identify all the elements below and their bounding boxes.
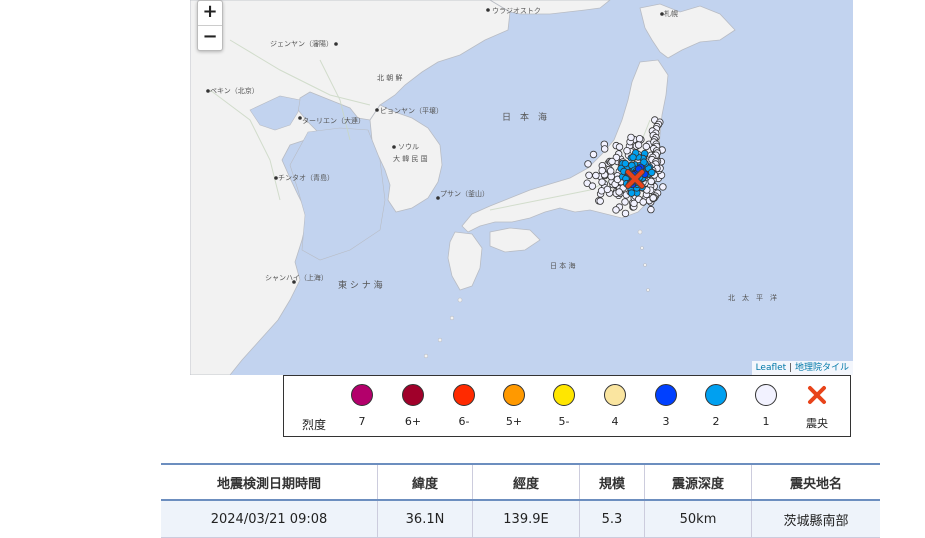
map-label: 東 シ ナ 海	[338, 279, 383, 291]
station-marker	[627, 133, 635, 142]
zoom-control: + −	[197, 0, 223, 51]
column-header-depth: 震源深度	[644, 463, 752, 501]
map-label: ペキン（北京）	[210, 86, 259, 95]
column-header-location: 震央地名	[751, 463, 880, 501]
map-label: 北 太 平 洋	[728, 293, 777, 302]
station-marker	[607, 167, 615, 175]
attribution-separator: |	[786, 363, 795, 373]
station-marker	[598, 166, 606, 175]
zoom-out-button[interactable]: −	[198, 25, 222, 50]
map-label: 札幌	[664, 9, 678, 18]
legend-item: 3	[646, 384, 686, 428]
column-header-datetime: 地震検測日期時間	[161, 463, 378, 501]
station-marker	[659, 183, 667, 191]
legend-item-label: 7	[358, 415, 366, 428]
station-marker	[635, 134, 644, 143]
map-label: ウラジオストク	[492, 7, 541, 15]
station-marker	[584, 160, 592, 168]
intensity-dot-icon	[503, 384, 525, 406]
intensity-dot-icon	[604, 384, 626, 406]
map-label: 日 本 海	[502, 111, 547, 123]
legend-item-label: 2	[712, 415, 720, 428]
legend-item-label: 震央	[806, 417, 828, 430]
legend-item-label: 5-	[558, 415, 570, 428]
map-label: シャンハイ（上海）	[265, 273, 328, 282]
legend-item: 5-	[544, 384, 584, 428]
station-marker	[612, 206, 620, 214]
legend-item: 1	[746, 384, 786, 428]
legend-item: 6+	[393, 384, 433, 428]
station-marker	[642, 142, 650, 151]
intensity-dot-icon	[553, 384, 575, 406]
legend-item: 6-	[444, 384, 484, 428]
legend-item: 4	[595, 384, 635, 428]
map-label: 北 朝 鮮	[377, 73, 402, 82]
map-label: 日 本 海	[550, 261, 575, 270]
map-label: ピョンヤン（平壌）	[380, 106, 443, 115]
station-marker	[627, 189, 636, 197]
station-marker	[639, 198, 647, 206]
station-marker	[621, 198, 629, 206]
station-marker	[621, 159, 629, 168]
legend-item-label: 4	[611, 415, 619, 428]
station-marker	[585, 171, 593, 179]
map-label: 大 韓 民 国	[393, 154, 428, 163]
station-marker	[588, 182, 597, 190]
station-marker	[598, 178, 606, 186]
legend-item: 7	[342, 384, 382, 428]
station-marker	[649, 194, 657, 202]
intensity-dot-icon	[755, 384, 777, 406]
legend-item-label: 1	[762, 415, 770, 428]
legend-item-label: 6+	[404, 415, 422, 428]
map-label: ターリエン（大連）	[302, 116, 365, 125]
gsi-tiles-link[interactable]: 地理院タイル	[795, 363, 849, 373]
legend-item: 2	[696, 384, 736, 428]
table-header-row: 地震検測日期時間 緯度 經度 規模 震源深度 震央地名	[161, 463, 880, 501]
map-label: チンタオ（青島）	[278, 173, 334, 182]
station-marker	[629, 153, 637, 161]
intensity-dot-icon	[402, 384, 424, 406]
map-view[interactable]: ウラジオストク ジェンヤン（瀋陽） 北 朝 鮮 ペキン（北京） ターリエン（大連…	[190, 0, 853, 375]
column-header-latitude: 緯度	[377, 463, 473, 501]
station-marker	[596, 197, 604, 205]
legend-item: 5+	[494, 384, 534, 428]
station-marker	[623, 146, 631, 155]
legend-item-label: 3	[662, 415, 670, 428]
station-marker	[647, 205, 655, 214]
zoom-in-button[interactable]: +	[198, 1, 222, 25]
intensity-dot-icon	[351, 384, 373, 406]
station-marker	[634, 141, 643, 149]
station-marker	[621, 209, 630, 218]
map-canvas: ウラジオストク ジェンヤン（瀋陽） 北 朝 鮮 ペキン（北京） ターリエン（大連…	[190, 0, 853, 375]
station-marker	[630, 199, 638, 208]
intensity-dot-icon	[655, 384, 677, 406]
leaflet-link[interactable]: Leaflet	[756, 363, 787, 373]
station-marker	[601, 145, 609, 153]
legend-item: 震央	[797, 384, 837, 431]
map-label: ジェンヤン（瀋陽）	[270, 39, 333, 48]
legend-item-label: 6-	[458, 415, 470, 428]
station-marker	[648, 168, 656, 177]
station-marker	[608, 157, 616, 166]
station-marker	[615, 143, 624, 151]
station-marker	[603, 185, 612, 194]
map-attribution: Leaflet | 地理院タイル	[751, 361, 853, 375]
map-label: ソウル	[398, 143, 419, 151]
intensity-dot-icon	[453, 384, 475, 406]
station-marker	[615, 188, 623, 196]
intensity-dot-icon	[705, 384, 727, 406]
station-marker	[592, 171, 600, 180]
map-label: プサン（釜山）	[440, 189, 489, 198]
station-marker	[589, 150, 598, 159]
legend-title: 烈度	[302, 418, 327, 432]
earthquake-info-table: 地震検測日期時間 緯度 經度 規模 震源深度 震央地名 2024/03/21 0…	[161, 463, 880, 538]
station-marker	[647, 177, 655, 186]
intensity-legend: 烈度 7 6+ 6- 5+ 5- 4 3 2 1 震央	[283, 375, 851, 437]
cross-icon	[808, 386, 826, 404]
column-header-longitude: 經度	[472, 463, 580, 501]
legend-item-label: 5+	[505, 415, 523, 428]
column-header-magnitude: 規模	[579, 463, 645, 501]
